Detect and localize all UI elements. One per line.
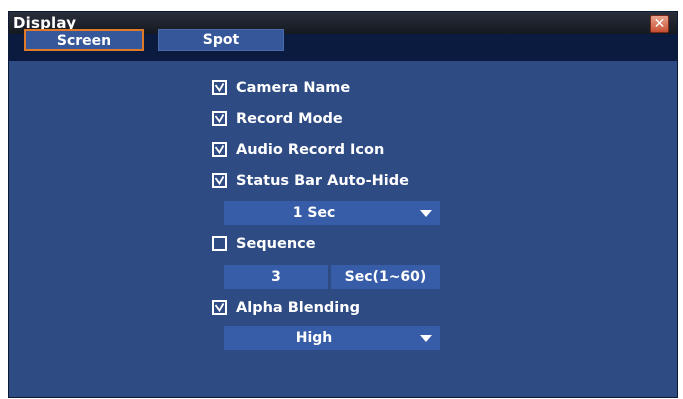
close-button[interactable]: ✕ bbox=[650, 15, 669, 33]
check-icon bbox=[215, 176, 224, 185]
chevron-down-icon bbox=[420, 210, 432, 217]
tab-spot[interactable]: Spot bbox=[158, 29, 284, 51]
check-icon bbox=[215, 145, 224, 154]
close-icon: ✕ bbox=[653, 16, 666, 32]
alpha-blending-value: High bbox=[295, 330, 333, 346]
sequence-label: Sequence bbox=[236, 236, 316, 252]
camera-name-label: Camera Name bbox=[236, 80, 351, 96]
tab-screen-label: Screen bbox=[56, 33, 112, 49]
check-icon bbox=[215, 114, 224, 123]
alpha-blending-checkbox[interactable] bbox=[212, 300, 227, 315]
camera-name-checkbox[interactable] bbox=[212, 80, 227, 95]
sequence-interval-unit: Sec(1~60) bbox=[331, 265, 440, 289]
sequence-checkbox[interactable] bbox=[212, 236, 227, 251]
check-icon bbox=[215, 83, 224, 92]
alpha-blending-label: Alpha Blending bbox=[236, 300, 360, 316]
chevron-down-icon bbox=[420, 335, 432, 342]
audio-record-icon-label: Audio Record Icon bbox=[236, 142, 385, 158]
sequence-interval-value: 3 bbox=[271, 269, 281, 285]
record-mode-checkbox[interactable] bbox=[212, 111, 227, 126]
status-bar-auto-hide-checkbox[interactable] bbox=[212, 173, 227, 188]
auto-hide-time-value: 1 Sec bbox=[292, 205, 336, 221]
sequence-interval-unit-label: Sec(1~60) bbox=[344, 269, 427, 285]
check-icon bbox=[215, 303, 224, 312]
alpha-blending-dropdown[interactable]: High bbox=[224, 326, 440, 350]
sequence-interval-input[interactable]: 3 bbox=[224, 265, 328, 289]
tab-screen[interactable]: Screen bbox=[24, 29, 144, 51]
status-bar-auto-hide-label: Status Bar Auto-Hide bbox=[236, 173, 409, 189]
tab-spot-label: Spot bbox=[202, 32, 240, 48]
record-mode-label: Record Mode bbox=[236, 111, 343, 127]
audio-record-icon-checkbox[interactable] bbox=[212, 142, 227, 157]
auto-hide-time-dropdown[interactable]: 1 Sec bbox=[224, 201, 440, 225]
